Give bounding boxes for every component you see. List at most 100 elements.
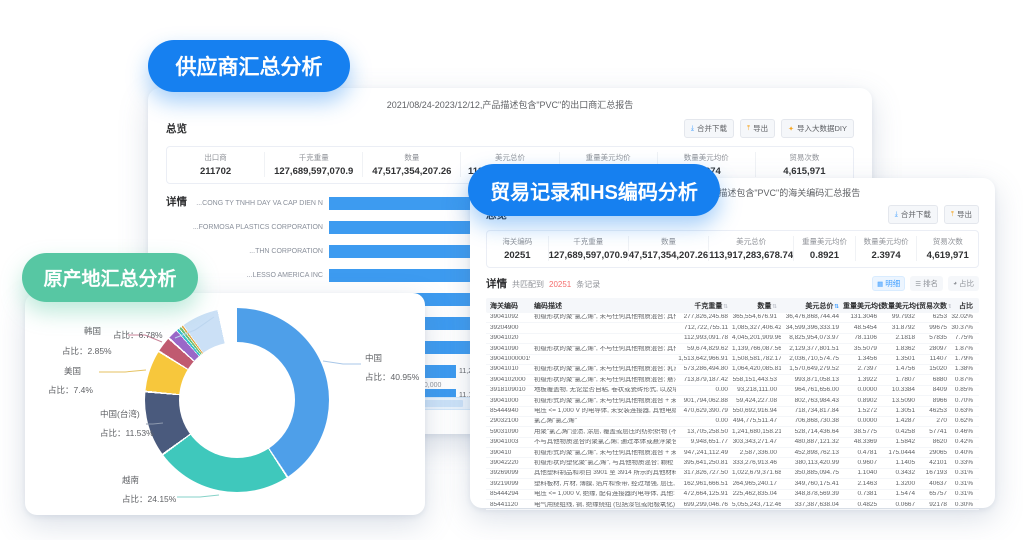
table-row[interactable]: 39041090 初级形状的聚"氯乙烯", 不与任何其他物质混合; 其他型 (氯乙…: [486, 344, 979, 355]
stat-label: 贸易次数: [789, 153, 820, 162]
table-row[interactable]: 85441120 电气用绕组线, 铜, 绝缘绕组 (包括漆包或阳极氧化) 电缆, …: [486, 500, 979, 511]
pill-supplier-label: 供应商汇总分析: [175, 56, 323, 79]
table-cell: 1,570,649,279.52: [789, 366, 839, 373]
table-cell: 494,775,511.47: [733, 418, 777, 425]
table-row[interactable]: 59031090 用聚"氯乙烯"浸渍, 涂层, 覆盖或层压的纺织织物 (不包括用聚…: [486, 427, 979, 438]
table-cell: 40637: [929, 480, 947, 487]
table-row[interactable]: 39041020 112,993,091.78 4,045,201,909.96 8,…: [486, 334, 979, 345]
table-cell: 1.4287: [895, 418, 915, 425]
hs-export-button[interactable]: ⤒ 导出: [943, 205, 979, 224]
table-row[interactable]: 85444294 电压 <= 1,000 V, 绝缘, 配有连接器的电导体, 其他…: [486, 490, 979, 501]
table-cell: 1,139,766,087.56: [732, 345, 781, 352]
table-cell: 初级形状的聚"氯乙烯", 不与任何其他物质混合; 其他型 (氯乙烯) . ..: [534, 345, 676, 352]
hs-merge-download-button[interactable]: ⤓ 合并下载: [887, 205, 938, 224]
table-header-cell[interactable]: 数量⇅: [732, 301, 781, 311]
hs-merge-download-label: 合并下载: [900, 210, 931, 219]
table-cell: 131.3046: [850, 314, 877, 321]
table-cell: 2.7397: [857, 366, 877, 373]
table-cell: 1,508,581,782.17: [732, 356, 781, 363]
table-cell: 0.33%: [954, 459, 973, 466]
merge-download-button[interactable]: ⤓ 合并下载: [683, 119, 734, 138]
bar-category-label: FORMOSA PLASTICS CORPORATION...: [192, 223, 323, 231]
table-cell: 31.8792: [891, 324, 915, 331]
table-row[interactable]: 39041000 初级形式的聚"氯乙烯", 未与任何其他物质混合 + 未指明浓缩份…: [486, 396, 979, 407]
table-cell: 39041020: [490, 335, 519, 342]
table-row[interactable]: 39041092 初级形状的聚"氯乙烯", 未与任何其他物质混合; 其他: 粉末 2…: [486, 313, 979, 324]
table-cell: 1.5474: [895, 491, 915, 498]
stat-value: 20251: [504, 250, 531, 261]
table-cell: 塑料板材, 片材, 薄膜, 箔片和条带, 经过增强, 层压, 支撑或与其他..: [534, 480, 676, 487]
table-cell: 78.1106: [854, 335, 877, 342]
table-header-cell[interactable]: 千克重量⇅: [676, 301, 732, 311]
table-cell: 1.4756: [895, 366, 915, 373]
stat-value: 47,517,354,207.26: [628, 250, 709, 261]
table-cell: 7.75%: [954, 335, 973, 342]
table-cell: 718,734,817.84: [794, 408, 839, 414]
pill-supplier-analysis: 供应商汇总分析: [148, 40, 350, 92]
view-toggle-pie[interactable]: ◕占比: [948, 276, 979, 291]
sort-icon[interactable]: ⇅: [772, 304, 777, 310]
view-toggle-list[interactable]: ☰排名: [910, 276, 944, 291]
table-row[interactable]: 390410 初级形式的聚"氯乙烯", 未与任何其他物质混合 + 未指明浓缩份量 …: [486, 448, 979, 459]
hs-report-card: 2021/08/24-2023/12/12,产品描述包含"PVC"的海关编码汇总…: [470, 178, 995, 511]
table-header-cell[interactable]: 美元总价⇅: [781, 301, 843, 311]
table-cell: 993,871,058.13: [794, 376, 839, 383]
table-row[interactable]: 39042220 初级形状的塑化聚"氯乙烯", 与其他物质混合; 颗粒 395,64…: [486, 458, 979, 469]
table-row[interactable]: 29032100 氯乙烯"氯乙烯" 0.00 494,775,511.47 706,86…: [486, 417, 979, 428]
table-cell: 452,898,762.13: [794, 449, 839, 456]
table-cell: 348,878,569.39: [794, 491, 839, 498]
view-toggle-grid[interactable]: ▦明细: [872, 276, 906, 291]
stat-cell: 数量 47,517,354,207.26: [362, 152, 460, 177]
table-cell: 162,961,666.51: [683, 480, 728, 487]
table-row[interactable]: 39041010 初级形状的聚"氯乙烯", 未与任何其他物质混合; 乳液级 PVC…: [486, 365, 979, 376]
table-row[interactable]: 39269099 其他塑料制品和项目 3901 至 3914 所示的其他材料制品 …: [486, 469, 979, 480]
table-row[interactable]: 39041003 不与其他物质混合的聚氯乙烯; 通过本体或悬浮聚合工艺获得的聚氯乙…: [486, 438, 979, 449]
table-cell: 1.8362: [895, 345, 915, 352]
table-cell: 初级形状的聚"氯乙烯", 未与任何其他物质混合; 乳液级 PVC 树脂/PV..: [534, 366, 676, 373]
table-cell: 964,761,656.00: [794, 387, 839, 394]
diy-import-button[interactable]: ✦ 导入大数据DIY: [781, 119, 854, 138]
table-cell: 38.5775: [853, 428, 877, 435]
stat-value: 0.8921: [809, 250, 839, 261]
sort-icon[interactable]: ⇅: [834, 304, 839, 310]
origin-donut-chart[interactable]: [145, 308, 329, 492]
table-cell: 2,036,710,574.75: [789, 356, 839, 363]
grid-icon: ▦: [877, 280, 884, 288]
table-header-cell[interactable]: 贸易次数⇅: [919, 301, 951, 311]
table-row[interactable]: 85444940 电压 <= 1,000 V 的电导体, 未安装连接器, 其他电缆…: [486, 407, 979, 417]
table-cell: 470,629,390.79: [683, 408, 728, 414]
view-toggle-label: 占比: [959, 279, 974, 288]
table-cell: 6253: [932, 314, 947, 321]
table-row[interactable]: 39204900 712,722,755.11 1,085,327,406.42 34…: [486, 323, 979, 334]
table-cell: 1,513,642,966.91: [678, 356, 728, 363]
table-cell: 39042220: [490, 459, 519, 466]
table-cell: 1.7807: [895, 376, 915, 383]
export-button[interactable]: ⤒ 导出: [740, 119, 776, 138]
table-cell: 39041010: [490, 366, 519, 373]
pill-trade-hs-analysis: 贸易记录和HS编码分析: [468, 164, 720, 216]
sort-icon[interactable]: ⇅: [723, 304, 728, 310]
table-row[interactable]: 3904102000 初级形状的聚"氯乙烯", 未与任何其他物质混合; 悬浮级 P…: [486, 375, 979, 386]
table-cell: 4,045,201,909.96: [732, 335, 781, 342]
table-cell: 528,714,436.64: [794, 428, 839, 435]
table-cell: 28097: [929, 345, 947, 352]
table-row[interactable]: 390410000019 1,513,642,966.91 1,508,581,78…: [486, 355, 979, 365]
table-cell: 39041000: [490, 397, 519, 404]
table-cell: 9,948,651.77: [690, 439, 728, 446]
table-cell: 712,722,755.11: [684, 324, 728, 331]
stat-label: 美元总价: [736, 237, 767, 246]
table-cell: 0.30%: [954, 501, 973, 508]
table-cell: 0.46%: [954, 428, 973, 435]
download-icon: ⤓: [894, 210, 898, 218]
table-cell: 0.4258: [895, 428, 915, 435]
stat-cell: 千克重量 127,689,597,070.9: [264, 152, 362, 177]
table-row[interactable]: 39219099 塑料板材, 片材, 薄膜, 箔片和条带, 经过增强, 层压, 支…: [486, 479, 979, 490]
table-cell: 1.87%: [954, 345, 973, 352]
table-cell: 电压 <= 1,000 V, 绝缘, 配有连接器的电导体, 其他: 电压不超过 …: [534, 491, 676, 498]
table-cell: 390410000019: [490, 356, 530, 363]
table-row[interactable]: 3918109010 地板覆盖物, 无论是否自粘, 卷状或瓷砖形式, 以及墙壁或天…: [486, 386, 979, 397]
table-cell: 0.00: [715, 387, 728, 394]
table-cell: 3918109010: [490, 387, 526, 394]
table-cell: 氯乙烯"氯乙烯": [534, 418, 577, 425]
table-cell: 电气用绕组线, 铜, 绝缘绕组 (包括漆包或阳极氧化) 电缆, 电线 (包..: [534, 501, 676, 508]
